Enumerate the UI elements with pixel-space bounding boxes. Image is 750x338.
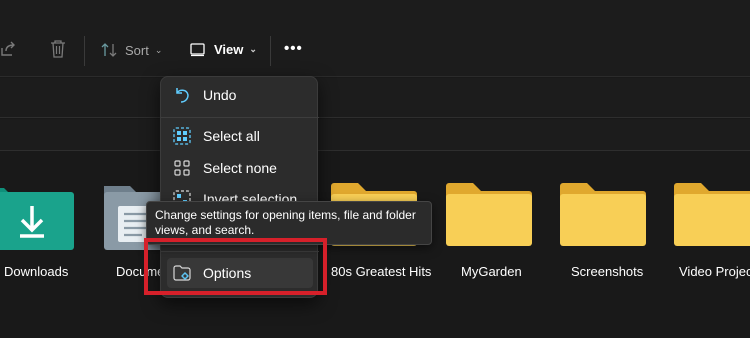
undo-icon xyxy=(176,88,189,103)
menu-item-undo[interactable]: Undo xyxy=(167,80,313,110)
toolbar-divider xyxy=(270,36,271,66)
sort-button[interactable]: Sort ⌄ xyxy=(101,42,162,58)
file-label-folder: Video Project xyxy=(679,264,750,279)
select-none-icon xyxy=(174,160,190,176)
file-label-folder: Screenshots xyxy=(571,264,644,279)
file-label-folder: MyGarden xyxy=(461,264,522,279)
chevron-down-icon: ⌄ xyxy=(249,44,257,54)
folder-icon xyxy=(674,183,750,246)
view-icon xyxy=(190,42,205,56)
folder-icon xyxy=(560,183,646,246)
more-options-button[interactable]: ••• xyxy=(284,40,303,57)
sort-label: Sort xyxy=(125,42,149,58)
command-bar: Sort ⌄ View ⌄ ••• xyxy=(0,0,750,77)
downloads-folder-icon xyxy=(0,188,74,250)
view-label: View xyxy=(214,42,244,57)
menu-item-select-none[interactable]: Select none xyxy=(167,153,313,183)
column-header-area xyxy=(0,119,750,151)
address-bar-area xyxy=(0,78,750,118)
menu-item-label: Undo xyxy=(203,87,237,103)
view-button[interactable]: View ⌄ xyxy=(190,42,257,57)
folder-icon xyxy=(446,183,532,246)
toolbar-divider xyxy=(84,36,85,66)
chevron-down-icon: ⌄ xyxy=(154,44,163,55)
select-all-icon xyxy=(173,127,191,145)
menu-item-label: Select none xyxy=(203,160,277,176)
menu-divider xyxy=(161,117,319,118)
menu-item-label: Select all xyxy=(203,128,260,144)
sort-icon xyxy=(101,43,117,57)
highlight-box xyxy=(144,238,327,295)
file-label-downloads: Downloads xyxy=(4,264,69,279)
delete-icon[interactable] xyxy=(50,40,66,58)
menu-item-select-all[interactable]: Select all xyxy=(167,121,313,151)
file-label-folder: 80s Greatest Hits xyxy=(331,264,432,279)
share-icon[interactable] xyxy=(0,40,18,58)
more-icon: ••• xyxy=(284,40,303,57)
tooltip-text: Change settings for opening items, file … xyxy=(155,208,416,237)
